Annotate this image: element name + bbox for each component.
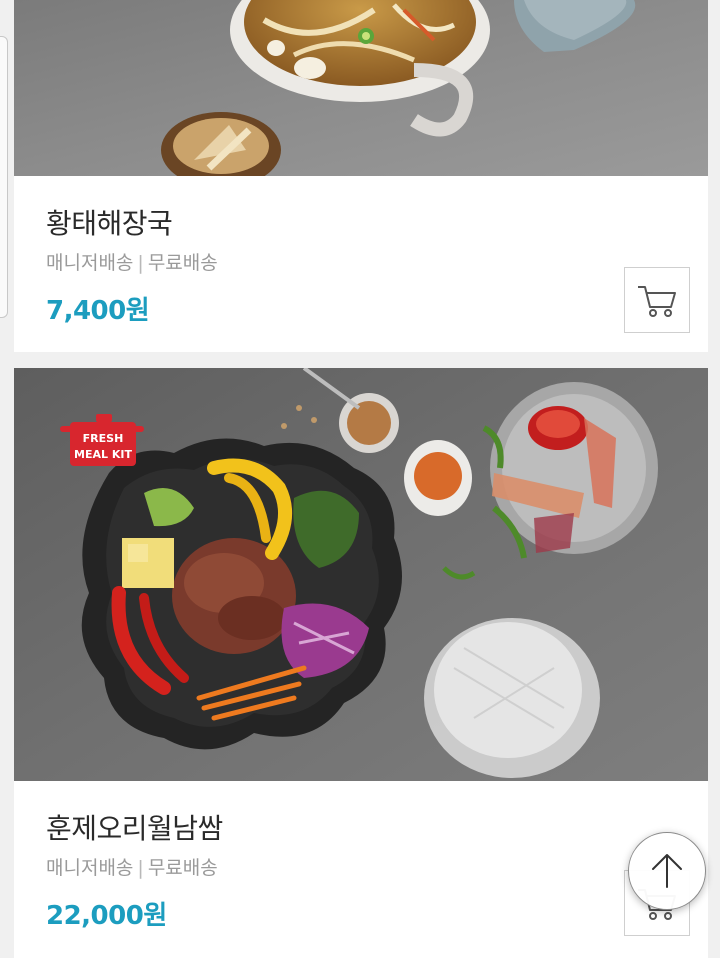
product-image[interactable]: FRESH MEAL KIT bbox=[14, 368, 708, 781]
shipping-info: 매니저배송 | 무료배송 bbox=[46, 853, 218, 880]
arrow-up-icon bbox=[652, 854, 682, 888]
cart-icon bbox=[638, 286, 676, 317]
add-to-cart-button[interactable] bbox=[624, 267, 690, 333]
product-price: 7,400원 bbox=[46, 296, 150, 326]
scroll-indicator[interactable] bbox=[0, 36, 8, 318]
badge-line-meal-kit: MEAL KIT bbox=[74, 448, 132, 461]
product-info: 황태해장국 매니저배송 | 무료배송 7,400원 bbox=[14, 176, 708, 352]
shipping-fee: 무료배송 bbox=[147, 857, 218, 879]
shipping-separator: | bbox=[137, 857, 144, 879]
shipping-method: 매니저배송 bbox=[46, 252, 134, 274]
shipping-info: 매니저배송 | 무료배송 bbox=[46, 248, 218, 275]
meal-kit-photo: FRESH MEAL KIT bbox=[14, 368, 708, 781]
product-name[interactable]: 훈제오리월남쌈 bbox=[46, 807, 223, 847]
shipping-fee: 무료배송 bbox=[147, 252, 218, 274]
product-card[interactable]: FRESH MEAL KIT 훈제오리월남쌈 매니저배송 | 무료배송 22,000… bbox=[14, 368, 708, 958]
product-info: 훈제오리월남쌈 매니저배송 | 무료배송 22,000원 bbox=[14, 781, 708, 958]
product-image[interactable] bbox=[14, 0, 708, 176]
soup-photo bbox=[14, 0, 708, 176]
product-price: 22,000원 bbox=[46, 901, 167, 931]
product-name[interactable]: 황태해장국 bbox=[46, 202, 173, 242]
shipping-separator: | bbox=[137, 252, 144, 274]
scroll-to-top-button[interactable] bbox=[628, 832, 706, 910]
badge-line-fresh: FRESH bbox=[83, 432, 124, 445]
product-list-page: 황태해장국 매니저배송 | 무료배송 7,400원 FRESH MEAL KIT… bbox=[0, 0, 720, 958]
shipping-method: 매니저배송 bbox=[46, 857, 134, 879]
product-card[interactable]: 황태해장국 매니저배송 | 무료배송 7,400원 bbox=[14, 0, 708, 352]
